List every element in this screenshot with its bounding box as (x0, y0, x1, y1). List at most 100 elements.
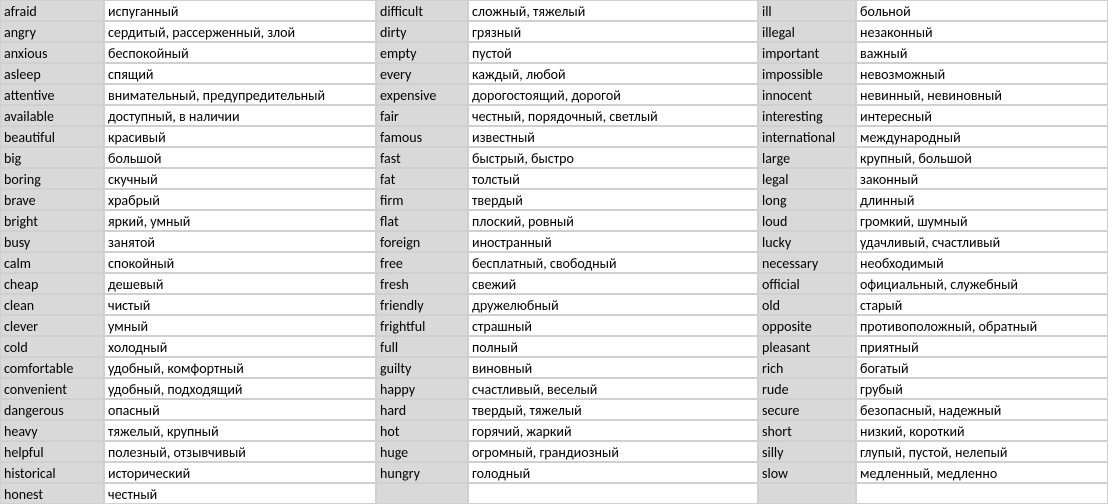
russian-translation: скучный (104, 168, 376, 189)
english-word: huge (376, 441, 468, 462)
english-word: interesting (758, 105, 856, 126)
russian-translation: исторический (104, 462, 376, 483)
english-word: convenient (0, 378, 104, 399)
english-word: rude (758, 378, 856, 399)
russian-translation: безопасный, надежный (856, 399, 1108, 420)
russian-translation: медленный, медленно (856, 462, 1108, 483)
english-word: short (758, 420, 856, 441)
russian-translation: каждый, любой (468, 63, 758, 84)
russian-translation: доступный, в наличии (104, 105, 376, 126)
english-word: empty (376, 42, 468, 63)
english-word: happy (376, 378, 468, 399)
russian-translation: свежий (468, 273, 758, 294)
english-word: angry (0, 21, 104, 42)
russian-translation: грязный (468, 21, 758, 42)
russian-translation: плоский, ровный (468, 210, 758, 231)
russian-translation: красивый (104, 126, 376, 147)
english-word: expensive (376, 84, 468, 105)
russian-translation: полезный, отзывчивый (104, 441, 376, 462)
russian-translation: честный (104, 483, 376, 504)
russian-translation: сердитый, рассерженный, злой (104, 21, 376, 42)
english-word: cheap (0, 273, 104, 294)
english-word: firm (376, 189, 468, 210)
english-word: brave (0, 189, 104, 210)
russian-translation: опасный (104, 399, 376, 420)
english-word: necessary (758, 252, 856, 273)
english-word: large (758, 147, 856, 168)
russian-translation: тяжелый, крупный (104, 420, 376, 441)
english-word: helpful (0, 441, 104, 462)
russian-translation: полный (468, 336, 758, 357)
english-word: pleasant (758, 336, 856, 357)
russian-translation: бесплатный, свободный (468, 252, 758, 273)
russian-translation: необходимый (856, 252, 1108, 273)
english-word: calm (0, 252, 104, 273)
russian-translation: беспокойный (104, 42, 376, 63)
english-word: beautiful (0, 126, 104, 147)
english-word: full (376, 336, 468, 357)
english-word: guilty (376, 357, 468, 378)
russian-translation: толстый (468, 168, 758, 189)
english-word: old (758, 294, 856, 315)
russian-translation: богатый (856, 357, 1108, 378)
russian-translation: больной (856, 0, 1108, 21)
english-word: available (0, 105, 104, 126)
russian-translation: голодный (468, 462, 758, 483)
russian-translation: испуганный (104, 0, 376, 21)
english-word: ill (758, 0, 856, 21)
russian-translation (468, 483, 758, 504)
russian-translation: приятный (856, 336, 1108, 357)
russian-translation: дешевый (104, 273, 376, 294)
english-word: loud (758, 210, 856, 231)
russian-translation: внимательный, предупредительный (104, 84, 376, 105)
english-word: silly (758, 441, 856, 462)
russian-translation: чистый (104, 294, 376, 315)
english-word: cold (0, 336, 104, 357)
english-word: bright (0, 210, 104, 231)
english-word: impossible (758, 63, 856, 84)
russian-translation: спокойный (104, 252, 376, 273)
english-word: dirty (376, 21, 468, 42)
russian-translation: твердый (468, 189, 758, 210)
russian-translation: яркий, умный (104, 210, 376, 231)
russian-translation: громкий, шумный (856, 210, 1108, 231)
english-word: rich (758, 357, 856, 378)
english-word: clever (0, 315, 104, 336)
russian-translation: известный (468, 126, 758, 147)
vocabulary-table: afraidиспуганныйdifficultсложный, тяжелы… (0, 0, 1108, 504)
english-word: official (758, 273, 856, 294)
english-word: hungry (376, 462, 468, 483)
english-word: fast (376, 147, 468, 168)
english-word: big (0, 147, 104, 168)
russian-translation: твердый, тяжелый (468, 399, 758, 420)
russian-translation: умный (104, 315, 376, 336)
russian-translation: пустой (468, 42, 758, 63)
english-word: friendly (376, 294, 468, 315)
russian-translation: дружелюбный (468, 294, 758, 315)
english-word: fat (376, 168, 468, 189)
english-word: fair (376, 105, 468, 126)
english-word: secure (758, 399, 856, 420)
english-word: asleep (0, 63, 104, 84)
english-word: fresh (376, 273, 468, 294)
english-word: foreign (376, 231, 468, 252)
english-word: important (758, 42, 856, 63)
english-word: attentive (0, 84, 104, 105)
russian-translation: спящий (104, 63, 376, 84)
english-word: international (758, 126, 856, 147)
russian-translation: удобный, подходящий (104, 378, 376, 399)
english-word: lucky (758, 231, 856, 252)
russian-translation: счастливый, веселый (468, 378, 758, 399)
english-word: dangerous (0, 399, 104, 420)
english-word: historical (0, 462, 104, 483)
russian-translation: официальный, служебный (856, 273, 1108, 294)
russian-translation: быстрый, быстро (468, 147, 758, 168)
english-word: hot (376, 420, 468, 441)
russian-translation: удобный, комфортный (104, 357, 376, 378)
russian-translation: законный (856, 168, 1108, 189)
english-word: innocent (758, 84, 856, 105)
russian-translation: огромный, грандиозный (468, 441, 758, 462)
english-word: difficult (376, 0, 468, 21)
russian-translation: иностранный (468, 231, 758, 252)
russian-translation (856, 483, 1108, 504)
